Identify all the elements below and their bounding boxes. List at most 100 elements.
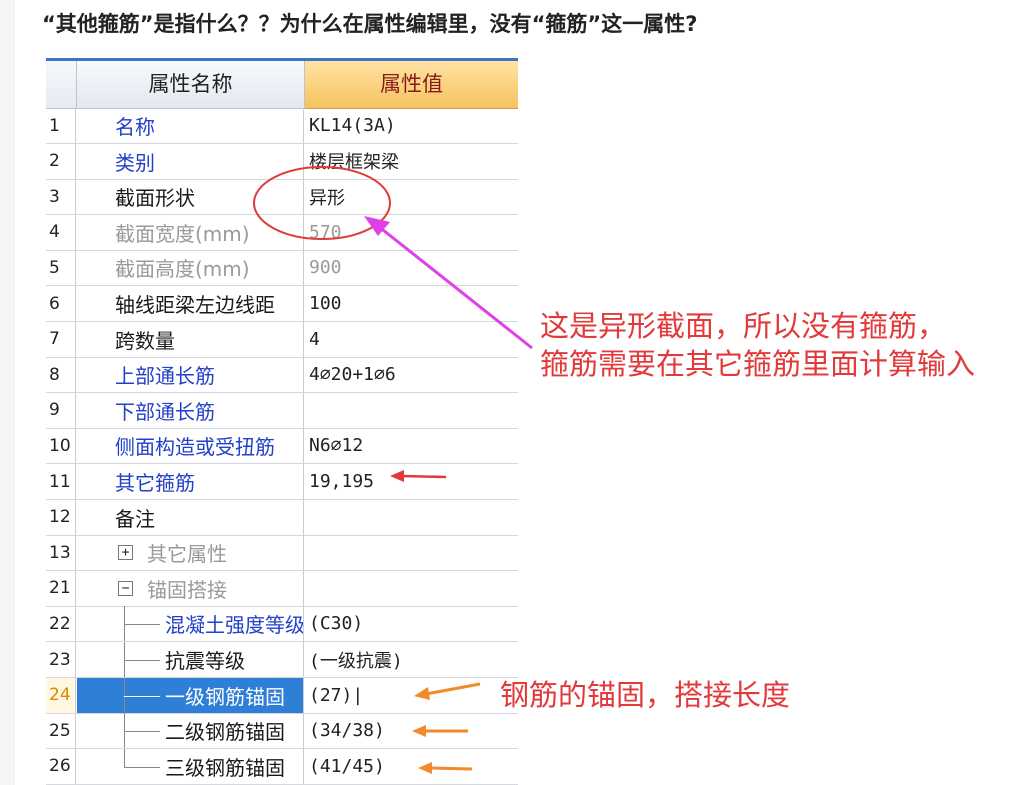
property-value[interactable]: (41/45) — [305, 749, 518, 784]
row-number: 25 — [46, 713, 76, 749]
property-name-cell[interactable]: 跨数量 — [77, 321, 304, 357]
table-row[interactable]: 4 截面宽度(mm) 570 — [46, 214, 518, 251]
row-number: 24 — [46, 677, 76, 713]
property-name: 上部通长筋 — [115, 364, 215, 389]
table-row[interactable]: 11 其它箍筋 19,195 — [46, 464, 518, 500]
property-value[interactable]: 100 — [305, 286, 518, 321]
property-name: 抗震等级 — [165, 649, 245, 673]
property-name-cell[interactable]: 下部通长筋 — [77, 392, 304, 428]
property-name: 混凝土强度等级 — [165, 613, 304, 638]
property-name-cell[interactable]: 截面宽度(mm) — [77, 214, 304, 250]
table-row[interactable]: 7 跨数量 4 — [46, 321, 518, 358]
collapse-minus-icon[interactable]: − — [118, 580, 133, 596]
table-row[interactable]: 23 抗震等级 (一级抗震) — [46, 642, 518, 678]
property-value[interactable]: 异形 — [305, 179, 518, 214]
property-name-cell[interactable]: 名称 — [77, 108, 304, 143]
property-value[interactable] — [305, 500, 518, 535]
table-row[interactable]: 24 一级钢筋锚固 (27)| — [46, 677, 518, 714]
property-value[interactable]: 570 — [305, 215, 518, 250]
tree-connector-horizontal — [124, 731, 160, 733]
row-number: 8 — [46, 357, 76, 393]
row-number: 5 — [46, 250, 76, 286]
property-value[interactable]: (27)| — [305, 678, 518, 713]
property-value[interactable]: 4 — [305, 322, 518, 357]
property-name-cell[interactable]: 二级钢筋锚固 — [77, 713, 304, 749]
property-name-cell[interactable]: 抗震等级 — [77, 642, 304, 677]
property-name: 一级钢筋锚固 — [165, 684, 285, 709]
tree-connector-horizontal — [124, 660, 160, 661]
table-row[interactable]: 8 上部通长筋 4⌀20+1⌀6 — [46, 357, 518, 394]
table-row[interactable]: 2 类别 楼层框架梁 — [46, 143, 518, 180]
property-value[interactable]: 4⌀20+1⌀6 — [305, 357, 518, 392]
property-value[interactable]: N6⌀12 — [305, 428, 518, 463]
property-value[interactable] — [305, 571, 518, 606]
table-row[interactable]: 22 混凝土强度等级 (C30) — [46, 606, 518, 643]
tree-connector-horizontal — [124, 695, 160, 697]
row-number: 7 — [46, 321, 76, 357]
property-name-cell[interactable]: 截面高度(mm) — [77, 250, 304, 286]
property-name: 下部通长筋 — [115, 399, 215, 424]
row-number: 3 — [46, 179, 76, 215]
property-name-cell[interactable]: 类别 — [77, 143, 304, 179]
tree-connector-horizontal — [124, 624, 160, 626]
tree-connector-horizontal — [124, 766, 160, 768]
property-name: 轴线距梁左边线距 — [115, 293, 275, 317]
property-value[interactable]: (34/38) — [305, 713, 518, 748]
property-value[interactable]: (C30) — [305, 606, 518, 641]
table-row[interactable]: 25 二级钢筋锚固 (34/38) — [46, 713, 518, 750]
table-row[interactable]: 21− 锚固搭接 — [46, 570, 518, 607]
property-name: 截面形状 — [115, 186, 195, 211]
property-name-cell[interactable]: 混凝土强度等级 — [77, 606, 304, 642]
property-name-cell[interactable]: 截面形状 — [77, 179, 304, 215]
row-number: 1 — [46, 108, 76, 143]
property-value[interactable]: 900 — [305, 250, 518, 285]
row-number: 22 — [46, 606, 76, 642]
property-value[interactable]: 楼层框架梁 — [305, 144, 518, 179]
property-value[interactable] — [305, 393, 518, 428]
header-top-accent — [46, 58, 518, 61]
property-value[interactable]: (一级抗震) — [305, 642, 518, 677]
property-name-cell[interactable]: 一级钢筋锚固 — [77, 677, 304, 713]
property-value[interactable] — [305, 535, 518, 570]
row-number: 9 — [46, 392, 76, 428]
property-name: 其它属性 — [147, 542, 227, 567]
table-row[interactable]: 3 截面形状 异形 — [46, 179, 518, 216]
property-name-cell[interactable]: − 锚固搭接 — [77, 570, 304, 606]
note-irregular-section-line2: 箍筋需要在其它箍筋里面计算输入 — [540, 347, 976, 381]
table-row[interactable]: 5 截面高度(mm) 900 — [46, 250, 518, 287]
property-value[interactable]: 19,195 — [305, 464, 518, 499]
table-row[interactable]: 1 名称 KL14(3A) — [46, 108, 518, 144]
property-name: 类别 — [115, 150, 155, 175]
property-value[interactable]: KL14(3A) — [305, 108, 518, 143]
row-number: 26 — [46, 748, 76, 784]
property-name-cell[interactable]: 轴线距梁左边线距 — [77, 286, 304, 321]
property-name: 截面高度(mm) — [115, 257, 250, 282]
row-number: 21 — [46, 570, 76, 606]
table-row[interactable]: 9 下部通长筋 — [46, 392, 518, 429]
property-name: 截面宽度(mm) — [115, 221, 250, 246]
expand-plus-icon[interactable]: + — [118, 545, 133, 561]
row-number: 4 — [46, 214, 76, 250]
left-sidebar-strip — [0, 0, 15, 785]
row-number: 12 — [46, 499, 76, 535]
property-name: 跨数量 — [115, 328, 175, 353]
property-name-cell[interactable]: 侧面构造或受扭筋 — [77, 428, 304, 464]
table-row[interactable]: 13 + 其它属性 — [46, 535, 518, 572]
property-name-cell[interactable]: 三级钢筋锚固 — [77, 748, 304, 784]
property-name-cell[interactable]: + 其它属性 — [77, 535, 304, 571]
header-property-value[interactable]: 属性值 — [305, 58, 518, 109]
property-name-cell[interactable]: 上部通长筋 — [77, 357, 304, 393]
header-property-name[interactable]: 属性名称 — [77, 58, 305, 109]
table-row[interactable]: 10 侧面构造或受扭筋 N6⌀12 — [46, 428, 518, 465]
property-name-cell[interactable]: 备注 — [77, 499, 304, 535]
table-row[interactable]: 26 三级钢筋锚固 (41/45) — [46, 748, 518, 785]
property-name: 锚固搭接 — [147, 577, 227, 602]
property-name: 二级钢筋锚固 — [165, 720, 285, 745]
question-title: “其他箍筋”是指什么？？为什么在属性编辑里，没有“箍筋”这一属性? — [42, 12, 698, 36]
row-number: 11 — [46, 464, 76, 499]
note-irregular-section-line1: 这是异形截面，所以没有箍筋， — [540, 309, 947, 343]
property-name-cell[interactable]: 其它箍筋 — [77, 464, 304, 499]
table-row[interactable]: 6 轴线距梁左边线距 100 — [46, 286, 518, 322]
property-name: 备注 — [115, 506, 155, 531]
table-row[interactable]: 12 备注 — [46, 499, 518, 536]
